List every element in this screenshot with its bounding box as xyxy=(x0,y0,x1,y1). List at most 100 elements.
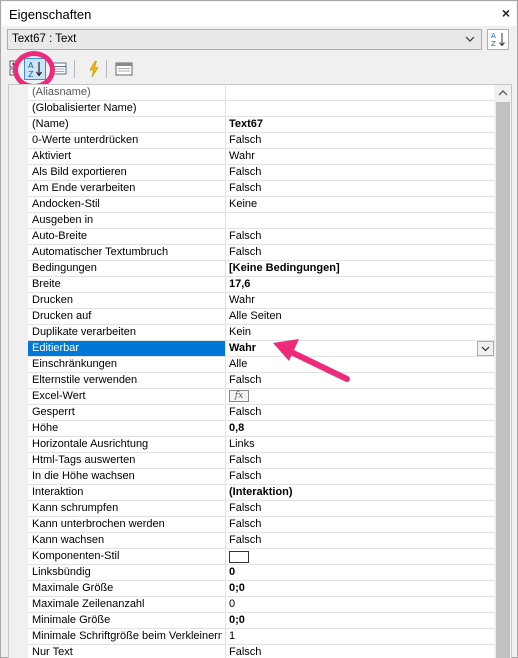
property-value[interactable]: Keine xyxy=(225,197,494,212)
panel-titlebar: Eigenschaften × xyxy=(2,2,516,26)
sort-order-button[interactable]: A Z xyxy=(487,29,509,50)
property-name: Kann wachsen xyxy=(32,534,105,546)
property-value[interactable]: Alle Seiten xyxy=(225,309,494,324)
property-value[interactable]: Falsch xyxy=(225,405,494,420)
property-value[interactable]: Falsch xyxy=(225,645,494,658)
property-value[interactable]: Falsch xyxy=(225,517,494,532)
property-value[interactable]: 17,6 xyxy=(225,277,494,292)
property-name: 0-Werte unterdrücken xyxy=(32,134,139,146)
property-value[interactable]: 0,8 xyxy=(225,421,494,436)
scrollbar-thumb[interactable] xyxy=(496,102,510,658)
property-value[interactable] xyxy=(225,101,494,116)
property-row[interactable]: Drucken Wahr xyxy=(28,293,494,309)
property-row[interactable]: Maximale Zeilenanzahl 0 xyxy=(28,597,494,613)
property-row[interactable]: Nur Text Falsch xyxy=(28,645,494,658)
property-row[interactable]: Bedingungen [Keine Bedingungen] xyxy=(28,261,494,277)
property-value[interactable]: fx xyxy=(225,389,494,404)
property-row[interactable]: (Globalisierter Name) xyxy=(28,101,494,117)
property-value[interactable]: Falsch xyxy=(225,533,494,548)
property-value[interactable]: 1 xyxy=(225,629,494,644)
property-value[interactable]: Text67 xyxy=(225,117,494,132)
property-value[interactable]: Falsch xyxy=(225,245,494,260)
expression-fx-button[interactable]: fx xyxy=(229,390,249,402)
property-row[interactable]: Automatischer Textumbruch Falsch xyxy=(28,245,494,261)
property-name: Bedingungen xyxy=(32,262,97,274)
property-row[interactable]: Minimale Größe 0;0 xyxy=(28,613,494,629)
property-row[interactable]: Maximale Größe 0;0 xyxy=(28,581,494,597)
property-name: Breite xyxy=(32,278,61,290)
property-row[interactable]: Komponenten-Stil xyxy=(28,549,494,565)
property-name: Komponenten-Stil xyxy=(32,550,120,562)
property-row[interactable]: Ausgeben in xyxy=(28,213,494,229)
property-row[interactable]: Andocken-Stil Keine xyxy=(28,197,494,213)
events-button[interactable] xyxy=(83,58,105,80)
lightning-icon xyxy=(89,60,99,78)
property-value[interactable] xyxy=(225,213,494,228)
property-row[interactable]: Linksbündig 0 xyxy=(28,565,494,581)
property-row[interactable]: Drucken auf Alle Seiten xyxy=(28,309,494,325)
property-value[interactable]: Falsch xyxy=(225,469,494,484)
scroll-up-arrow-icon[interactable] xyxy=(494,85,512,101)
property-name: (Globalisierter Name) xyxy=(32,102,137,114)
property-row[interactable]: Html-Tags auswerten Falsch xyxy=(28,453,494,469)
property-value[interactable]: Falsch xyxy=(225,181,494,196)
property-name: Aktiviert xyxy=(32,150,72,162)
property-name: Automatischer Textumbruch xyxy=(32,246,169,258)
property-name: Gesperrt xyxy=(32,406,75,418)
property-name: (Aliasname) xyxy=(32,86,91,98)
property-row[interactable]: Auto-Breite Falsch xyxy=(28,229,494,245)
property-value[interactable]: Falsch xyxy=(225,133,494,148)
style-swatch[interactable] xyxy=(229,551,249,563)
property-value[interactable]: Wahr xyxy=(225,293,494,308)
vertical-scrollbar[interactable] xyxy=(494,85,512,658)
property-name: Drucken xyxy=(32,294,73,306)
property-name: Als Bild exportieren xyxy=(32,166,127,178)
property-value[interactable]: 0;0 xyxy=(225,581,494,596)
property-row[interactable]: Excel-Wert fx xyxy=(28,389,494,405)
property-value[interactable]: Falsch xyxy=(225,165,494,180)
property-value[interactable]: 0 xyxy=(225,565,494,580)
property-value[interactable]: Wahr xyxy=(225,149,494,164)
property-name: Minimale Schriftgröße beim Verkleinern xyxy=(32,630,222,642)
property-value[interactable]: Falsch xyxy=(225,453,494,468)
property-value[interactable]: 0;0 xyxy=(225,613,494,628)
property-name: Drucken auf xyxy=(32,310,92,322)
property-value[interactable]: [Keine Bedingungen] xyxy=(225,261,494,276)
svg-text:A: A xyxy=(491,32,496,40)
property-row[interactable]: Gesperrt Falsch xyxy=(28,405,494,421)
property-row[interactable]: Kann schrumpfen Falsch xyxy=(28,501,494,517)
property-row[interactable]: Kann wachsen Falsch xyxy=(28,533,494,549)
property-row[interactable]: 0-Werte unterdrücken Falsch xyxy=(28,133,494,149)
property-row[interactable]: Kann unterbrochen werden Falsch xyxy=(28,517,494,533)
property-value[interactable] xyxy=(225,85,494,100)
property-row[interactable]: Horizontale Ausrichtung Links xyxy=(28,437,494,453)
property-row[interactable]: Minimale Schriftgröße beim Verkleinern 1 xyxy=(28,629,494,645)
properties-panel: Eigenschaften × Text67 : Text A Z A Z (A… xyxy=(0,0,518,658)
property-row[interactable]: In die Höhe wachsen Falsch xyxy=(28,469,494,485)
property-value[interactable]: (Interaktion) xyxy=(225,485,494,500)
chevron-down-icon xyxy=(465,36,475,42)
object-selector-dropdown[interactable]: Text67 : Text xyxy=(7,29,482,50)
property-row[interactable]: Breite 17,6 xyxy=(28,277,494,293)
property-row[interactable]: Interaktion (Interaktion) xyxy=(28,485,494,501)
property-value[interactable]: Links xyxy=(225,437,494,452)
property-value[interactable] xyxy=(225,549,494,564)
property-value[interactable]: 0 xyxy=(225,597,494,612)
property-name: In die Höhe wachsen xyxy=(32,470,135,482)
property-name: Editierbar xyxy=(28,341,225,356)
close-button[interactable]: × xyxy=(502,5,510,21)
property-name: Höhe xyxy=(32,422,59,434)
property-row[interactable]: Am Ende verarbeiten Falsch xyxy=(28,181,494,197)
property-row[interactable]: Höhe 0,8 xyxy=(28,421,494,437)
property-row[interactable]: Als Bild exportieren Falsch xyxy=(28,165,494,181)
property-row[interactable]: (Name) Text67 xyxy=(28,117,494,133)
property-value[interactable]: Falsch xyxy=(225,501,494,516)
property-row[interactable]: Aktiviert Wahr xyxy=(28,149,494,165)
property-name: Kann unterbrochen werden xyxy=(32,518,165,530)
value-dropdown-button[interactable] xyxy=(477,341,494,356)
property-name: Maximale Größe xyxy=(32,582,114,594)
property-pages-button[interactable] xyxy=(113,58,135,80)
property-name: Excel-Wert xyxy=(32,390,86,402)
property-value[interactable]: Falsch xyxy=(225,229,494,244)
property-row[interactable]: (Aliasname) xyxy=(28,85,494,101)
